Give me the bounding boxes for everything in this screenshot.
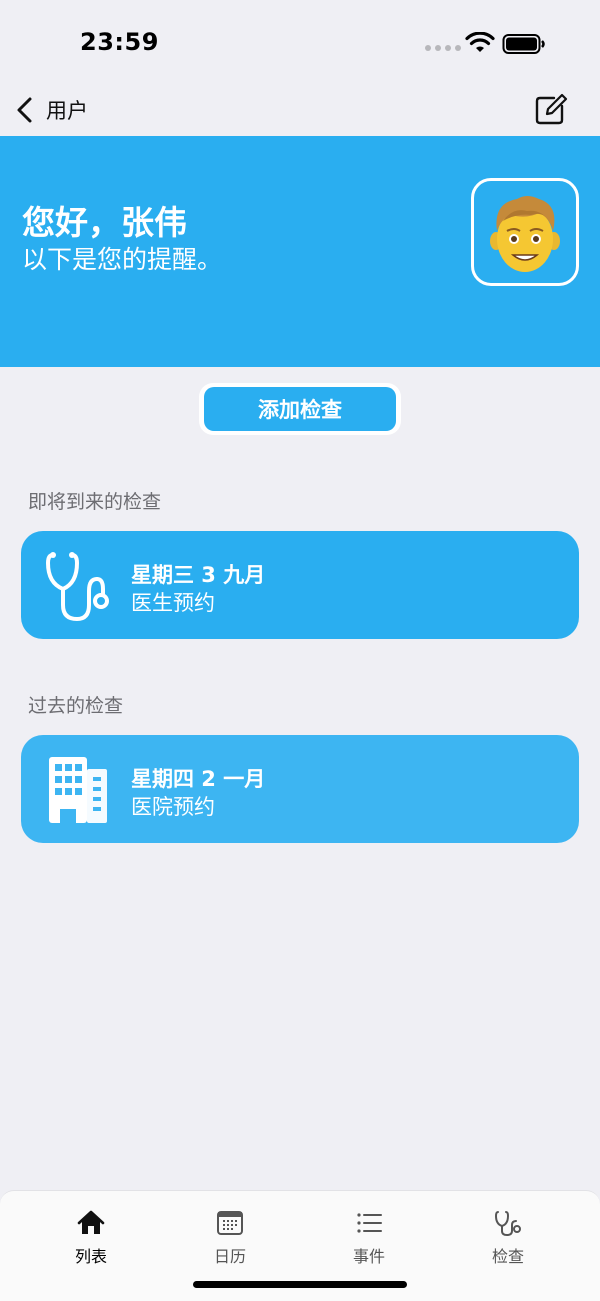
tab-label: 检查	[491, 1247, 524, 1266]
upcoming-section-title: 即将到来的检查	[28, 491, 162, 513]
home-indicator	[193, 1281, 407, 1288]
greeting-title: 您好，张伟	[22, 203, 187, 242]
stethoscope-icon	[494, 1211, 521, 1237]
compose-icon[interactable]	[534, 92, 568, 126]
status-time: 23:59	[80, 28, 159, 56]
add-button-container: 添加检查	[199, 383, 401, 435]
tab-list[interactable]: 列表	[31, 1203, 151, 1269]
tab-calendar[interactable]: 日历	[170, 1203, 290, 1269]
list-icon	[357, 1213, 382, 1233]
back-label: 用户	[46, 99, 88, 123]
tab-label: 列表	[74, 1247, 107, 1266]
man-face-icon	[490, 196, 560, 272]
upcoming-check-card[interactable]: 星期三 3 九月 医生预约	[21, 531, 579, 639]
tab-events[interactable]: 事件	[309, 1203, 429, 1269]
greeting-subtitle: 以下是您的提醒。	[22, 245, 223, 274]
greeting-banner: 您好，张伟 以下是您的提醒。	[0, 136, 600, 367]
check-date: 星期四 2 一月	[131, 767, 266, 791]
battery-icon	[502, 34, 545, 54]
tab-label: 日历	[213, 1247, 246, 1266]
calendar-icon	[217, 1211, 243, 1235]
back-button[interactable]: 用户	[14, 92, 88, 128]
tab-checks[interactable]: 检查	[448, 1203, 568, 1269]
check-date: 星期三 3 九月	[131, 563, 266, 587]
hospital-building-icon	[49, 757, 107, 823]
status-bar: 23:59	[0, 0, 600, 88]
home-icon	[77, 1210, 105, 1234]
navigation-bar: 用户	[0, 88, 600, 136]
check-type: 医院预约	[131, 795, 215, 819]
past-check-card[interactable]: 星期四 2 一月 医院预约	[21, 735, 579, 843]
past-section-title: 过去的检查	[28, 695, 124, 717]
wifi-icon	[465, 32, 495, 52]
chevron-left-icon	[17, 97, 32, 123]
tab-label: 事件	[352, 1247, 385, 1266]
cellular-signal-icon	[425, 45, 461, 51]
avatar[interactable]	[471, 178, 579, 286]
stethoscope-icon	[45, 552, 109, 621]
check-type: 医生预约	[131, 591, 215, 615]
add-check-button[interactable]: 添加检查	[204, 387, 396, 431]
